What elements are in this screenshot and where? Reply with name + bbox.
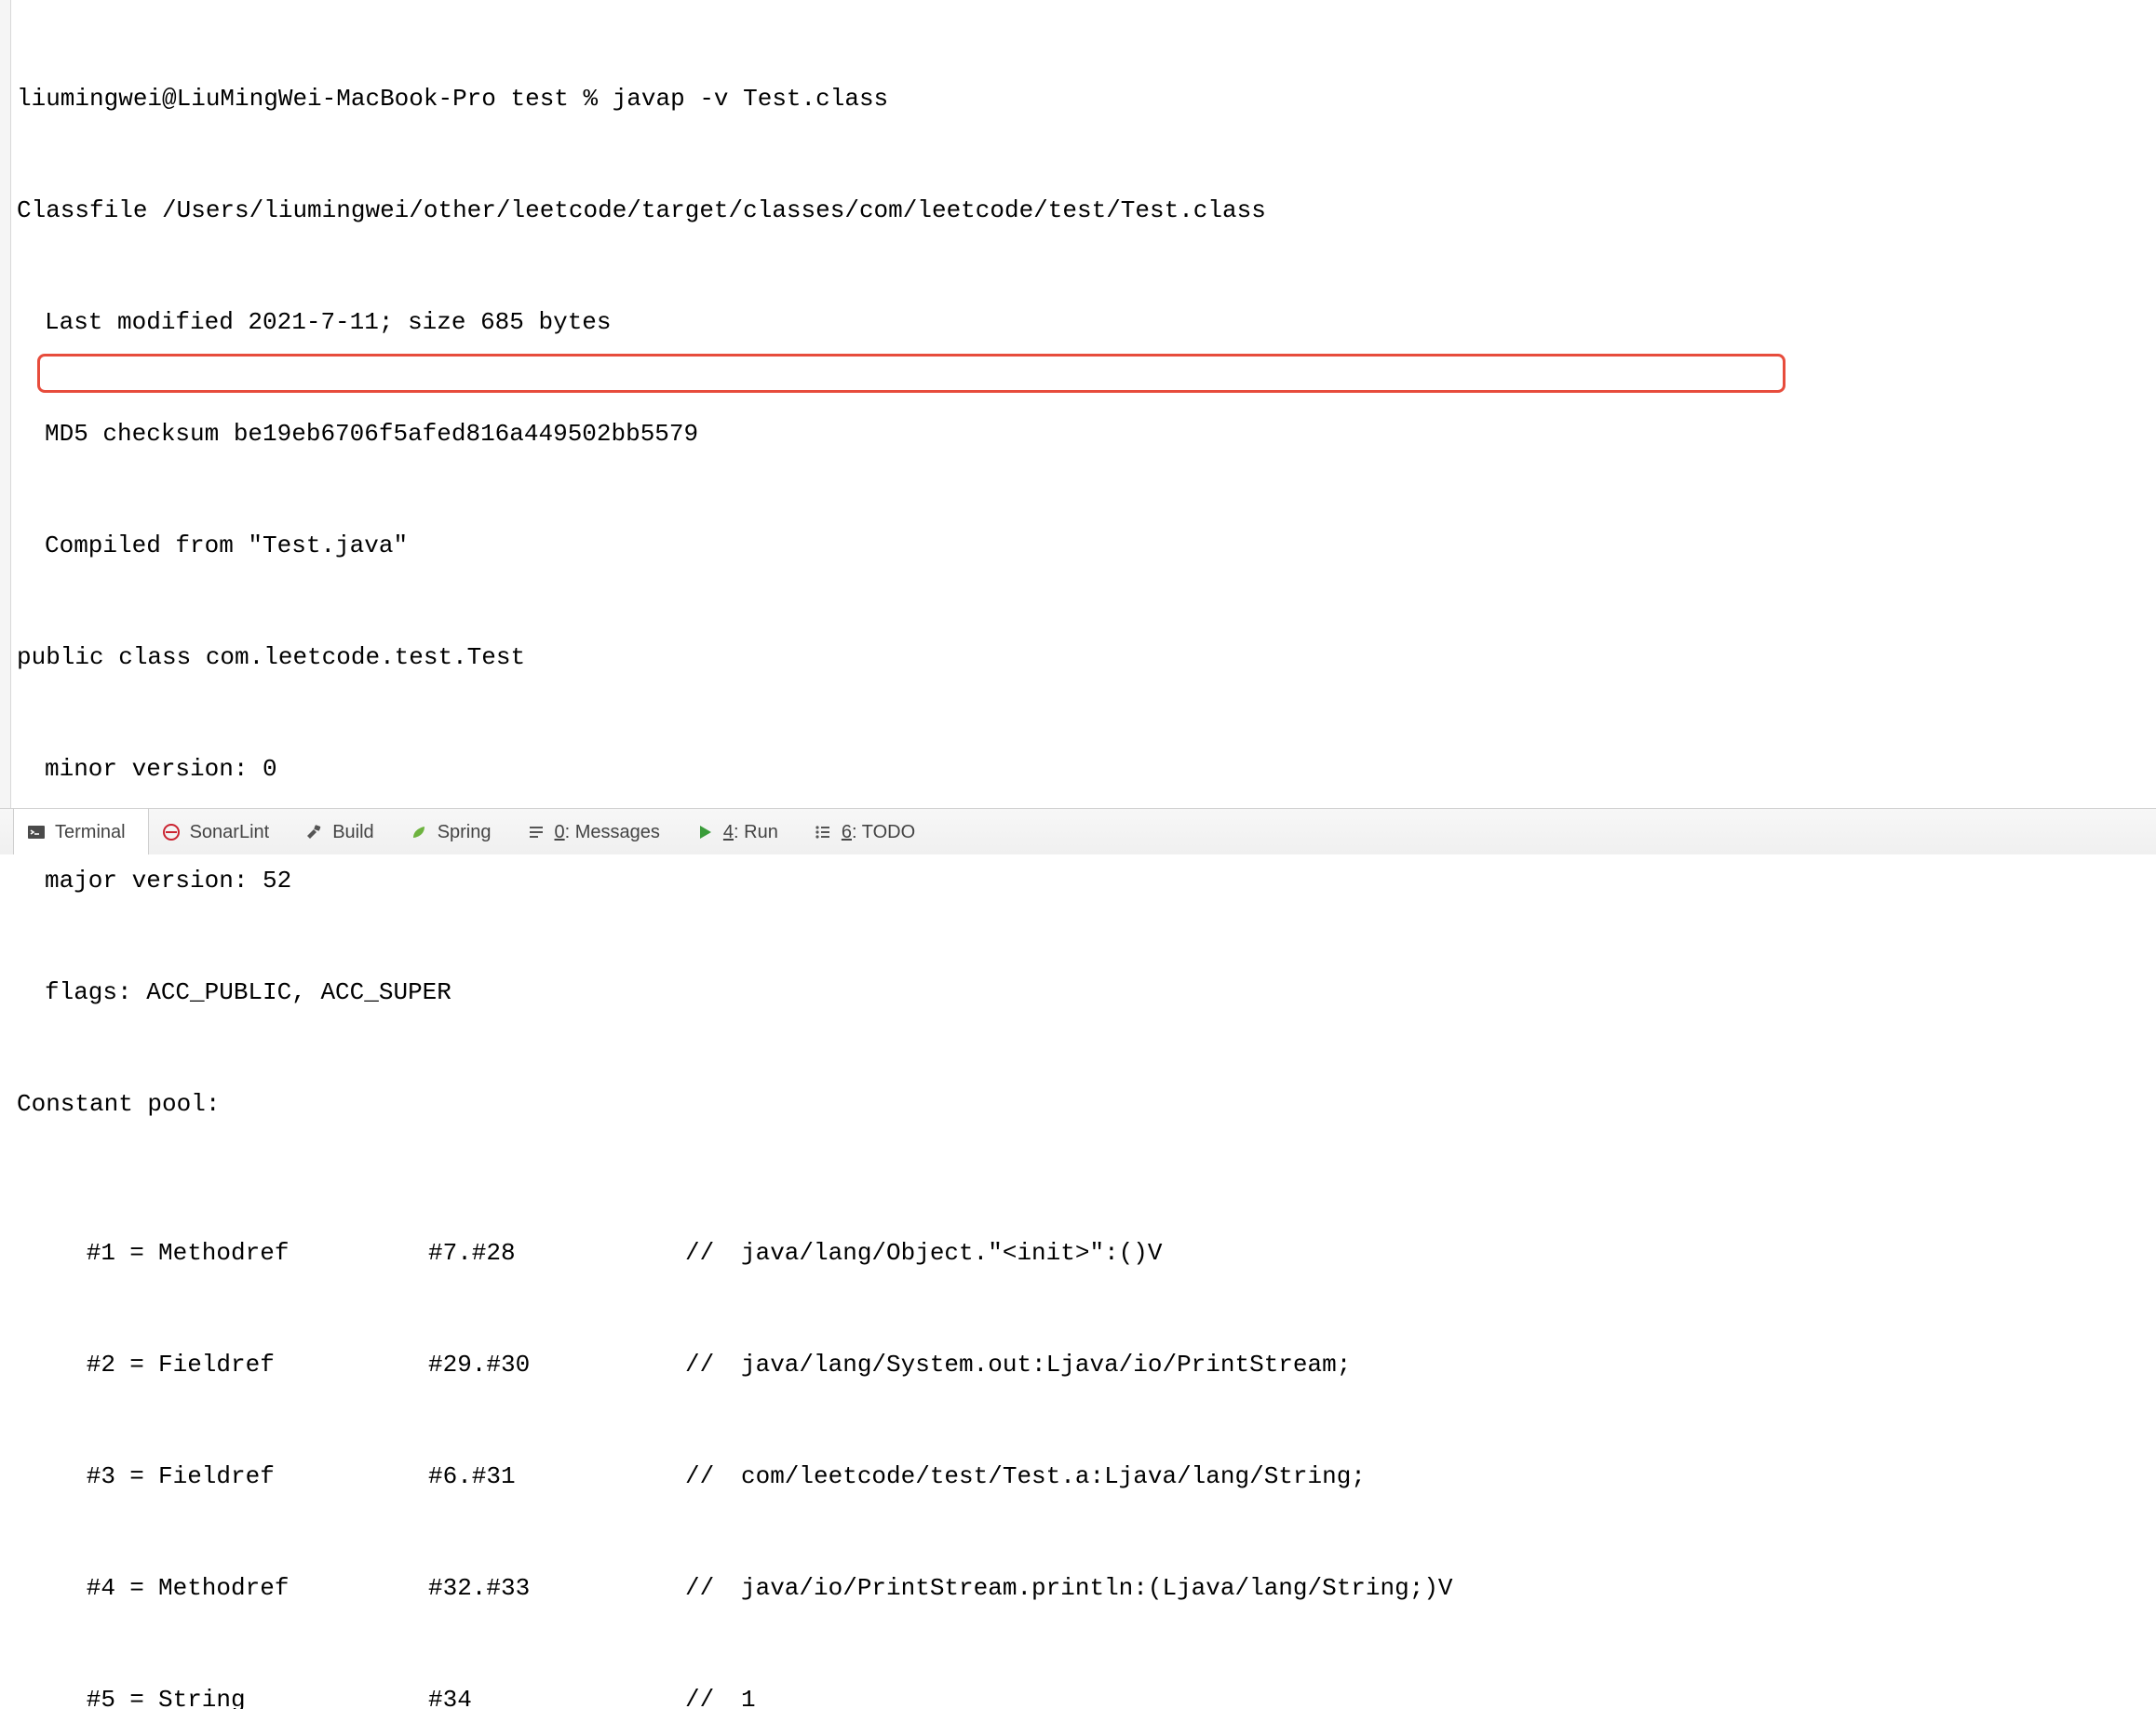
tab-label: 0: Messages xyxy=(555,814,660,851)
cp-comment: java/lang/Object."<init>":()V xyxy=(741,1234,2156,1272)
cp-comment: java/io/PrintStream.println:(Ljava/lang/… xyxy=(741,1569,2156,1607)
cp-eq: = xyxy=(115,1234,158,1272)
spring-leaf-icon xyxy=(408,821,430,843)
cp-type: String xyxy=(158,1681,428,1709)
classfile-line: Classfile /Users/liumingwei/other/leetco… xyxy=(17,192,2156,229)
constant-pool-label: Constant pool: xyxy=(17,1085,2156,1123)
cp-ref: #7.#28 xyxy=(428,1234,685,1272)
prompt-line: liumingwei@LiuMingWei-MacBook-Pro test %… xyxy=(17,80,2156,117)
side-gutter xyxy=(0,0,11,808)
cp-ref: #29.#30 xyxy=(428,1346,685,1383)
tab-label: 4: Run xyxy=(723,814,778,851)
cp-comment-slash: // xyxy=(685,1569,741,1607)
tab-build[interactable]: Build xyxy=(291,809,396,854)
cp-comment: com/leetcode/test/Test.a:Ljava/lang/Stri… xyxy=(741,1458,2156,1495)
cp-type: Methodref xyxy=(158,1569,428,1607)
public-class-line: public class com.leetcode.test.Test xyxy=(17,639,2156,676)
cp-comment-slash: // xyxy=(685,1346,741,1383)
sonarlint-icon xyxy=(160,821,182,843)
tab-run[interactable]: 4: Run xyxy=(682,809,801,854)
cp-comment: 1 xyxy=(741,1681,2156,1709)
tool-window-bar: Terminal SonarLint Build Spring 0: Messa… xyxy=(0,808,2156,854)
tab-label: SonarLint xyxy=(190,814,270,851)
cp-index: #1 xyxy=(60,1234,115,1272)
constant-pool-row: #3 = Fieldref #6.#31 // com/leetcode/tes… xyxy=(17,1458,2156,1495)
compiled-from-line: Compiled from "Test.java" xyxy=(17,527,2156,564)
tab-sonarlint[interactable]: SonarLint xyxy=(149,809,292,854)
cp-comment: java/lang/System.out:Ljava/io/PrintStrea… xyxy=(741,1346,2156,1383)
flags-line: flags: ACC_PUBLIC, ACC_SUPER xyxy=(17,974,2156,1011)
play-icon xyxy=(694,821,716,843)
terminal-icon xyxy=(25,821,47,843)
terminal-output: liumingwei@LiuMingWei-MacBook-Pro test %… xyxy=(17,6,2156,1709)
major-version-line: major version: 52 xyxy=(17,862,2156,899)
tab-spring[interactable]: Spring xyxy=(397,809,514,854)
hammer-icon xyxy=(303,821,325,843)
tab-label: 6: TODO xyxy=(842,814,915,851)
cp-ref: #6.#31 xyxy=(428,1458,685,1495)
cp-eq: = xyxy=(115,1681,158,1709)
md5-line: MD5 checksum be19eb6706f5afed816a449502b… xyxy=(17,415,2156,452)
cp-index: #2 xyxy=(60,1346,115,1383)
tab-label: Terminal xyxy=(55,814,126,851)
tab-terminal[interactable]: Terminal xyxy=(13,809,149,854)
minor-version-line: minor version: 0 xyxy=(17,750,2156,787)
constant-pool-row: #2 = Fieldref #29.#30 // java/lang/Syste… xyxy=(17,1346,2156,1383)
tab-messages[interactable]: 0: Messages xyxy=(514,809,682,854)
tab-label: Build xyxy=(332,814,373,851)
last-modified-line: Last modified 2021-7-11; size 685 bytes xyxy=(17,303,2156,341)
cp-type: Fieldref xyxy=(158,1346,428,1383)
cp-type: Fieldref xyxy=(158,1458,428,1495)
cp-comment-slash: // xyxy=(685,1681,741,1709)
cp-index: #3 xyxy=(60,1458,115,1495)
cp-ref: #34 xyxy=(428,1681,685,1709)
cp-comment-slash: // xyxy=(685,1234,741,1272)
cp-index: #5 xyxy=(60,1681,115,1709)
tab-label: Spring xyxy=(438,814,492,851)
cp-eq: = xyxy=(115,1458,158,1495)
cp-ref: #32.#33 xyxy=(428,1569,685,1607)
constant-pool-row: #4 = Methodref #32.#33 // java/io/PrintS… xyxy=(17,1569,2156,1607)
todo-list-icon xyxy=(812,821,834,843)
tab-todo[interactable]: 6: TODO xyxy=(801,809,937,854)
messages-icon xyxy=(525,821,547,843)
constant-pool-row: #1 = Methodref #7.#28 // java/lang/Objec… xyxy=(17,1234,2156,1272)
constant-pool-row: #5 = String #34 // 1 xyxy=(17,1681,2156,1709)
cp-comment-slash: // xyxy=(685,1458,741,1495)
cp-eq: = xyxy=(115,1346,158,1383)
cp-eq: = xyxy=(115,1569,158,1607)
cp-type: Methodref xyxy=(158,1234,428,1272)
cp-index: #4 xyxy=(60,1569,115,1607)
